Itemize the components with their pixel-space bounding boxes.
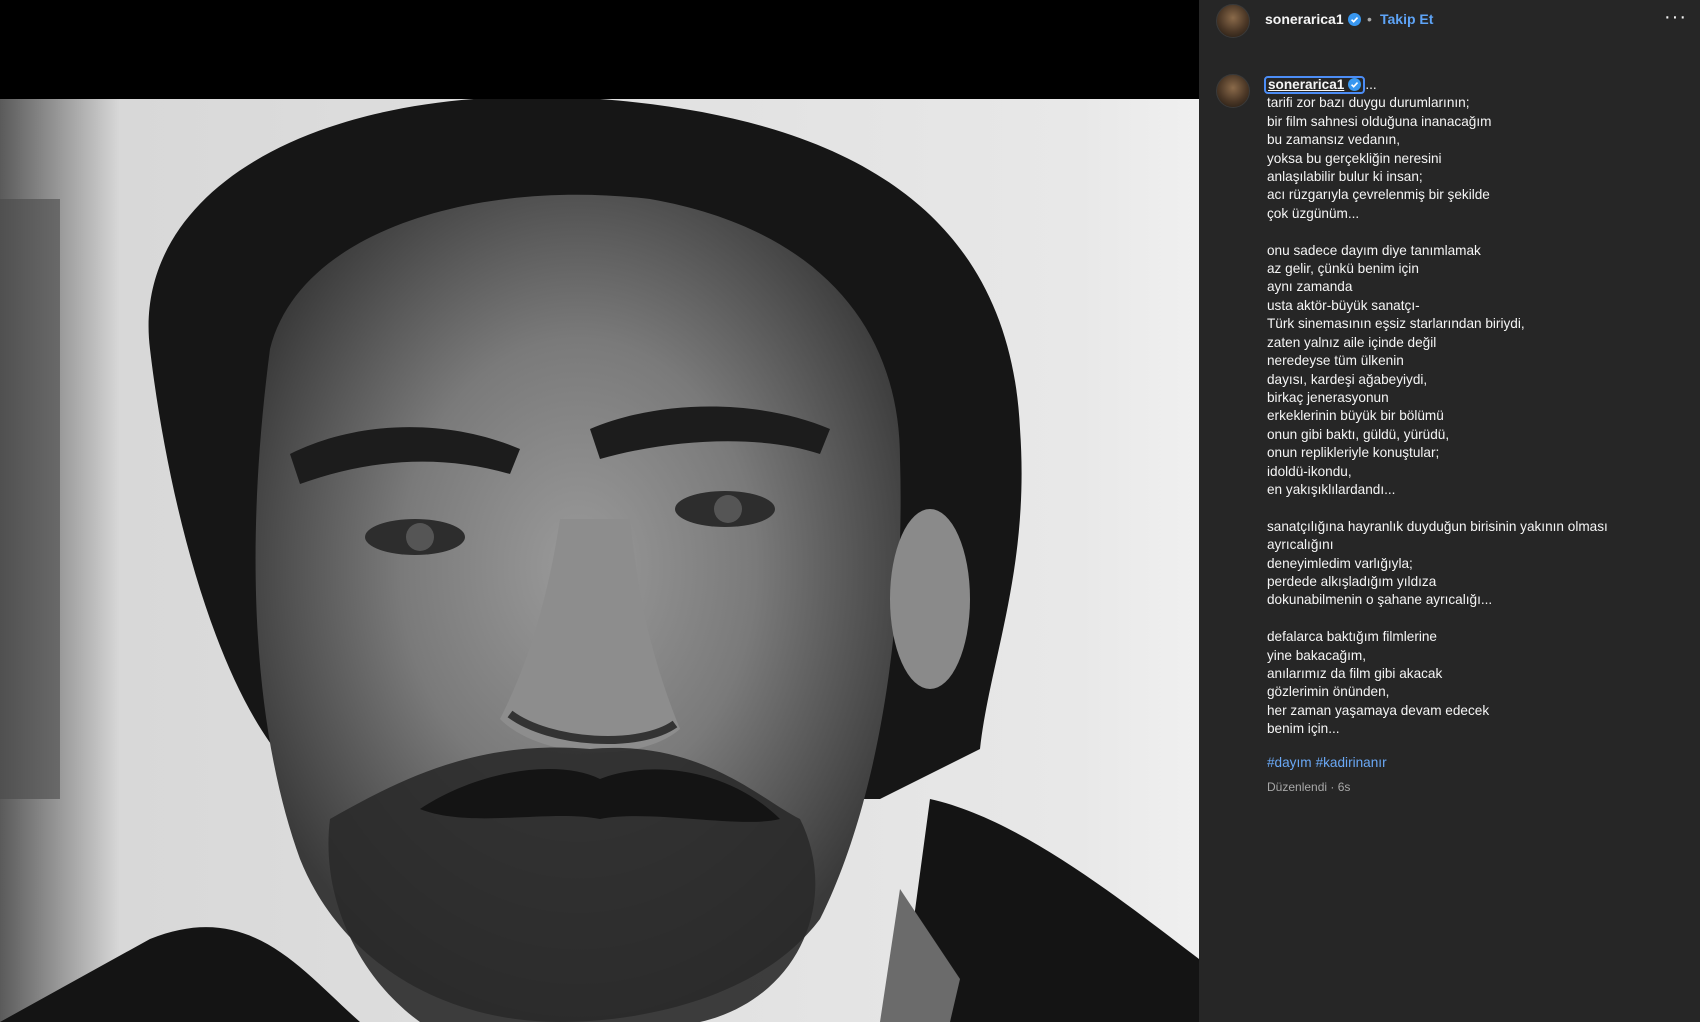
caption-author-avatar[interactable] [1216,74,1250,108]
header-separator: • [1367,11,1372,27]
caption-hashtags: #dayım #kadirinanır [1267,755,1391,770]
verified-badge-icon [1347,13,1361,26]
portrait-image [0,99,1199,1022]
post-media [0,0,1199,1022]
header-divider [1199,42,1700,43]
follow-button[interactable]: Takip Et [1380,11,1433,27]
post-photo[interactable] [0,99,1199,1022]
post-meta: Düzenlendi · 6s [1267,780,1351,794]
caption-username-text[interactable]: sonerarica1 [1268,77,1344,92]
caption-ellipsis: ... [1365,77,1377,92]
verified-badge-icon [1348,78,1362,91]
username-text[interactable]: sonerarica1 [1265,11,1344,27]
caption-text: tarifi zor bazı duygu durumlarının; bir … [1267,95,1608,737]
caption-username[interactable]: sonerarica1 [1264,76,1366,94]
author-username[interactable]: sonerarica1 [1265,11,1361,27]
post-side-panel: sonerarica1 • Takip Et ··· sonerarica1..… [1199,0,1700,1022]
post-caption: sonerarica1... tarifi zor bazı duygu duru… [1264,76,1687,739]
author-avatar[interactable] [1216,4,1250,38]
hashtag-link[interactable]: #dayım [1267,755,1312,770]
more-options-icon[interactable]: ··· [1664,6,1687,29]
hashtag-link[interactable]: #kadirinanır [1316,755,1387,770]
post-header: sonerarica1 • Takip Et ··· [1199,0,1700,42]
